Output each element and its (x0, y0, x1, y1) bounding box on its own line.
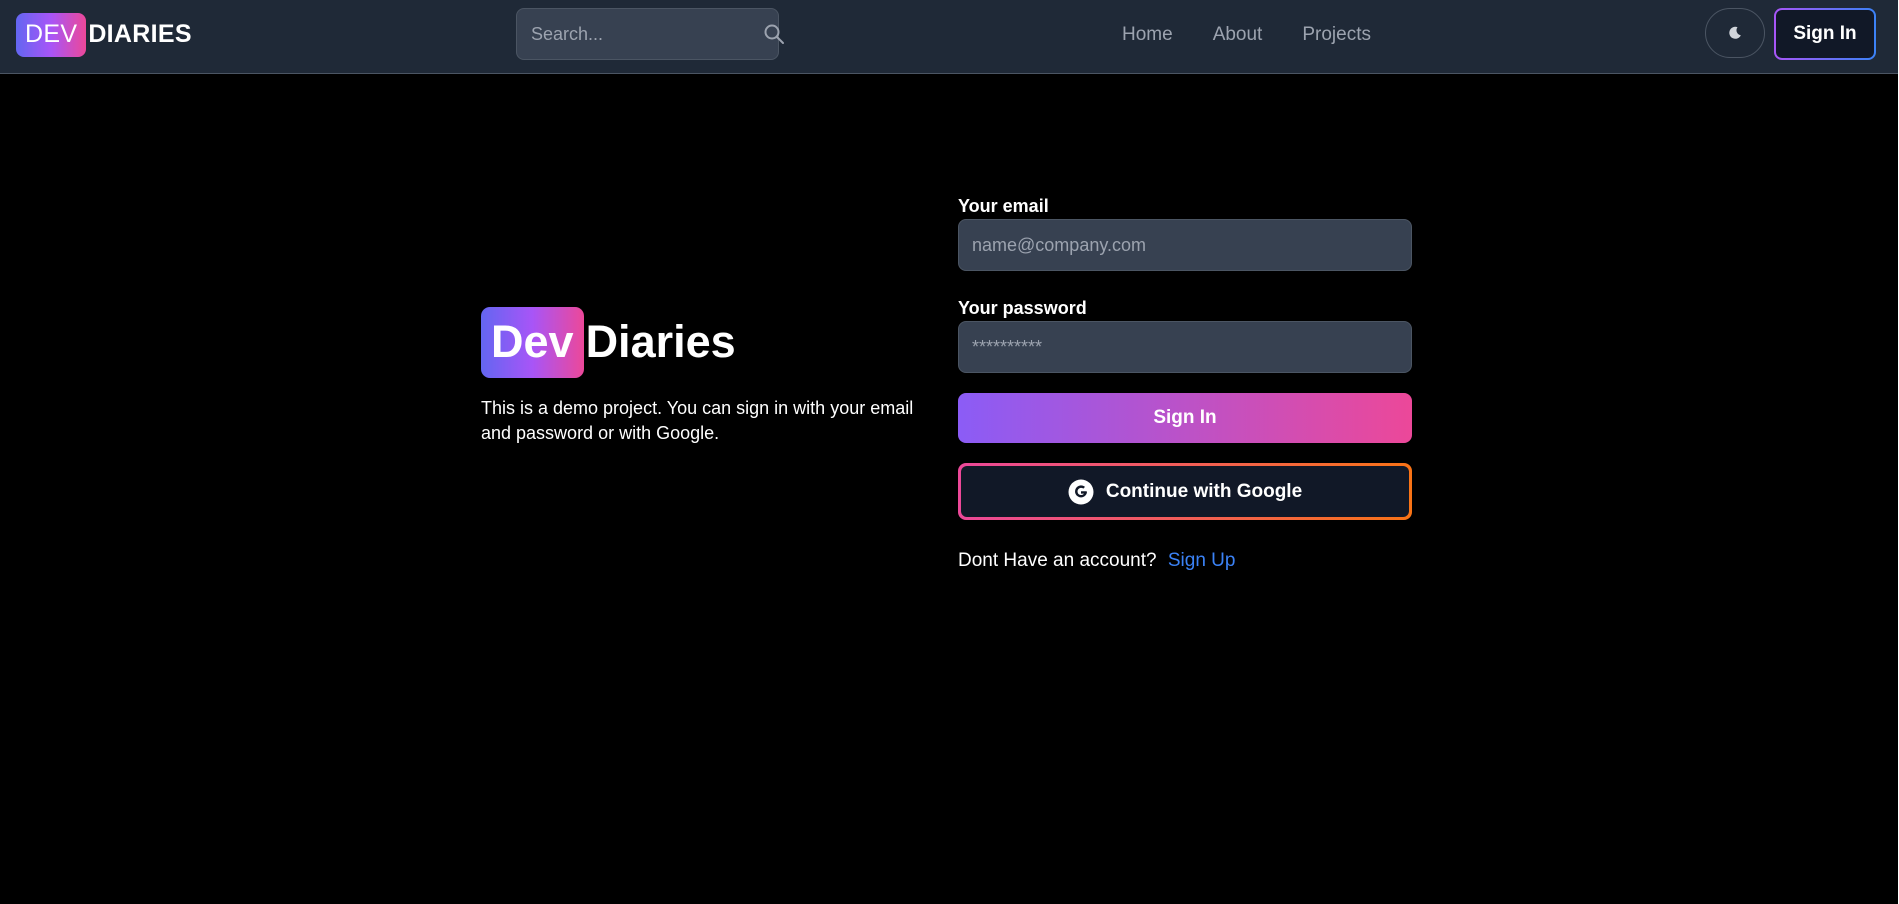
email-field[interactable] (958, 219, 1412, 271)
search-box (516, 8, 784, 60)
hero-title-badge: Dev (481, 306, 584, 378)
brand-logo-text: DIARIES (88, 20, 192, 48)
nav-link-home[interactable]: Home (1122, 22, 1173, 48)
top-navbar: DEV DIARIES Home About Projects (0, 0, 1898, 74)
brand-logo-link[interactable]: DEV DIARIES (16, 12, 192, 57)
theme-toggle-button[interactable] (1705, 8, 1765, 58)
hero-title-text: Diaries (585, 316, 736, 367)
header-sign-in-button[interactable]: Sign In (1774, 8, 1876, 60)
nav-link-projects[interactable]: Projects (1302, 22, 1371, 48)
sign-in-button[interactable]: Sign In (958, 393, 1412, 443)
password-field[interactable] (958, 321, 1412, 373)
search-input[interactable] (531, 23, 763, 45)
password-label: Your password (958, 298, 1087, 318)
moon-icon (1727, 25, 1743, 41)
page: DEV DIARIES Home About Projects (0, 0, 1899, 904)
search-icon[interactable] (763, 23, 785, 45)
google-icon (1068, 479, 1094, 505)
sign-up-link[interactable]: Sign Up (1168, 550, 1236, 571)
brand-logo-badge: DEV (16, 12, 87, 57)
header-sign-in-label: Sign In (1776, 10, 1874, 58)
sign-in-form: Your email Your password Sign In Continu… (958, 195, 1412, 572)
hero-section: Dev Diaries This is a demo project. You … (481, 306, 941, 446)
main-nav: Home About Projects (1122, 22, 1371, 48)
hero-description: This is a demo project. You can sign in … (481, 398, 914, 443)
email-label: Your email (958, 196, 1049, 216)
continue-with-google-button[interactable]: Continue with Google (961, 466, 1409, 517)
google-button-border: Continue with Google (958, 463, 1412, 520)
nav-link-about[interactable]: About (1213, 22, 1263, 48)
signup-prompt: Dont Have an account? Sign Up (958, 550, 1412, 572)
no-account-text: Dont Have an account? (958, 550, 1157, 571)
google-button-label: Continue with Google (1105, 480, 1303, 502)
hero-title: Dev Diaries (481, 306, 941, 378)
